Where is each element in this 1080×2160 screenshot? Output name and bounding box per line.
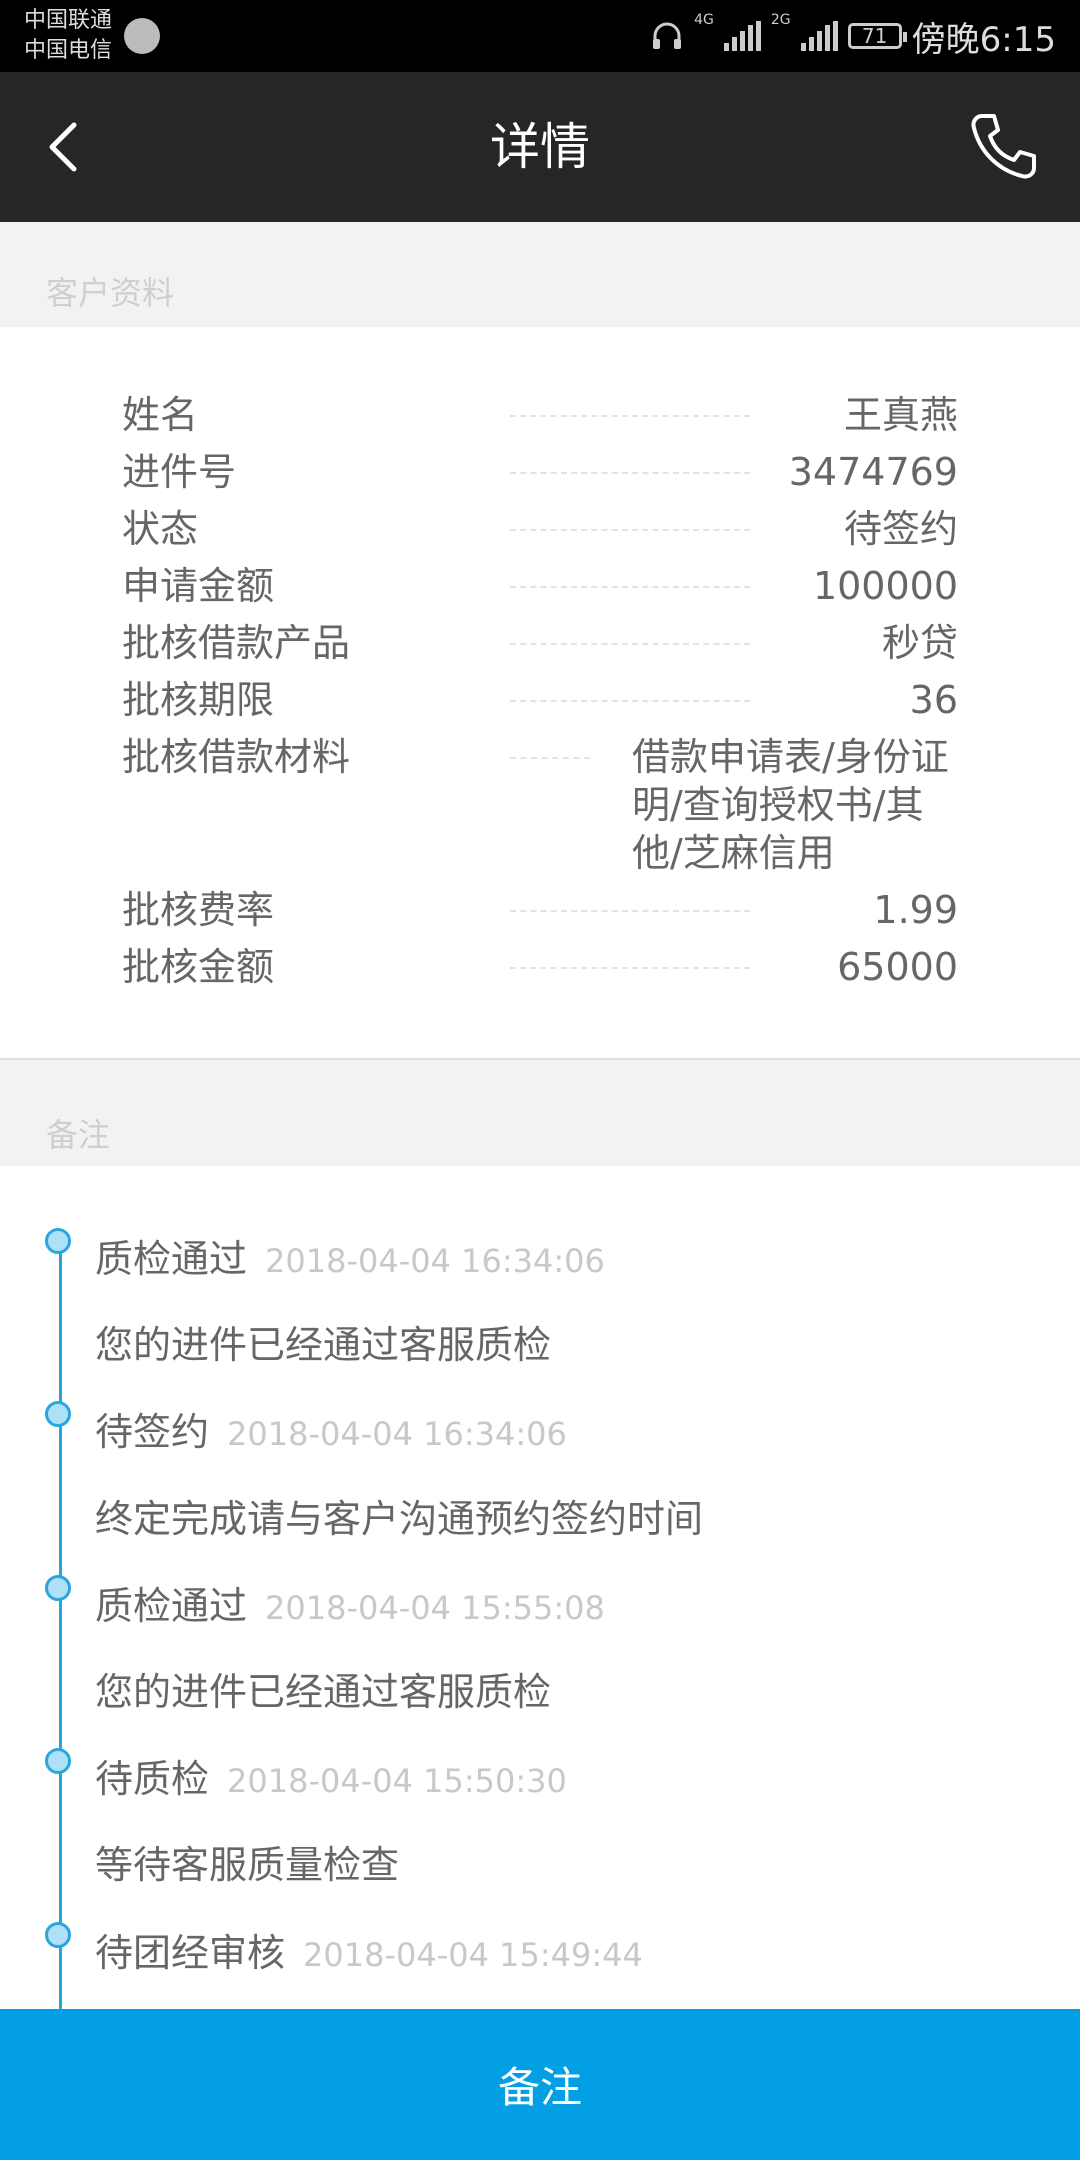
carrier-names: 中国联通 中国电信: [24, 6, 134, 66]
carrier-2: 中国电信: [24, 38, 113, 63]
dotted-separator: [510, 700, 750, 702]
timeline-description: 您的进件已经通过客服质检: [95, 1323, 552, 1367]
info-row-approved-rate: 批核费率 1.99: [0, 882, 1080, 939]
timeline-time: 2018-04-04 15:49:44: [303, 1936, 643, 1974]
timeline-time: 2018-04-04 16:34:06: [265, 1242, 605, 1280]
timeline-title: 待团经审核 2018-04-04 15:49:44: [95, 1922, 643, 1977]
dotted-separator: [510, 910, 750, 912]
status-indicators: 4G 2G 71 傍晚6:15: [650, 0, 1056, 72]
info-value: 100000: [812, 564, 958, 608]
dotted-separator: [510, 586, 750, 588]
timeline-time: 2018-04-04 15:50:30: [227, 1762, 567, 1800]
timeline-status: 待签约: [95, 1410, 210, 1454]
info-label: 姓名: [122, 393, 199, 437]
dotted-separator: [510, 967, 750, 969]
customer-section-label: 客户资料: [46, 274, 175, 312]
info-value: 1.99: [873, 888, 958, 932]
timeline-dot-icon: [45, 1401, 71, 1427]
status-bar: 中国联通 中国电信 4G 2G 71 傍晚6:15: [0, 0, 1080, 72]
timeline-status: 待团经审核: [95, 1931, 286, 1975]
remark-timeline[interactable]: 质检通过 2018-04-04 16:34:06 您的进件已经通过客服质检 待签约…: [0, 1166, 1080, 2009]
dotted-separator: [510, 757, 590, 759]
headset-icon: [653, 22, 682, 49]
timeline-status: 质检通过: [95, 1237, 248, 1281]
info-value: 王真燕: [843, 393, 958, 437]
timeline-status: 质检通过: [95, 1584, 248, 1628]
info-value: 秒贷: [881, 621, 958, 665]
timeline-time: 2018-04-04 16:34:06: [227, 1415, 567, 1453]
info-row-applied-amount: 申请金额 100000: [0, 558, 1080, 615]
timeline-status: 待质检: [95, 1757, 210, 1801]
carrier-logo-icon: [124, 18, 160, 54]
timeline-dot-icon: [45, 1575, 71, 1601]
call-button[interactable]: [966, 110, 1040, 184]
timeline-description: 等待客服质量检查: [95, 1843, 400, 1887]
status-time: 傍晚6:15: [911, 19, 1056, 60]
remark-section-header: 备注: [0, 1058, 1080, 1168]
info-label: 进件号: [122, 450, 237, 494]
info-label: 批核费率: [122, 888, 275, 932]
page-title: 详情: [490, 118, 590, 176]
dotted-separator: [510, 415, 750, 417]
customer-info-card: 姓名 王真燕 进件号 3474769 状态 待签约 申请金额 100000 批核…: [0, 327, 1080, 1059]
signal-strength-2-icon: [800, 21, 838, 51]
dotted-separator: [510, 529, 750, 531]
timeline-time: 2018-04-04 15:55:08: [265, 1589, 605, 1627]
timeline-title: 质检通过 2018-04-04 16:34:06: [95, 1228, 605, 1283]
timeline-description: 您的进件已经通过客服质检: [95, 1670, 552, 1714]
info-row-approved-term: 批核期限 36: [0, 672, 1080, 729]
info-label: 状态: [122, 507, 199, 551]
info-value: 待签约: [843, 507, 958, 551]
info-row-status: 状态 待签约: [0, 501, 1080, 558]
carrier-1: 中国联通: [24, 8, 113, 33]
info-row-application-number: 进件号 3474769: [0, 444, 1080, 501]
network-type-1: 4G: [694, 12, 714, 28]
info-value: 65000: [837, 945, 958, 989]
signal-strength-1-icon: [723, 21, 761, 51]
info-label: 批核借款材料: [122, 735, 351, 779]
timeline-dot-icon: [45, 1748, 71, 1774]
customer-section-header: 客户资料: [0, 222, 1080, 327]
phone-icon: [971, 114, 1036, 179]
timeline-dot-icon: [45, 1228, 71, 1254]
info-row-approved-product: 批核借款产品 秒贷: [0, 615, 1080, 672]
info-label: 批核借款产品: [122, 621, 351, 665]
battery-level: 71: [861, 24, 888, 48]
battery-icon: 71: [847, 23, 907, 49]
timeline-line: [59, 1241, 62, 2009]
info-value: 36: [909, 678, 958, 722]
timeline-dot-icon: [45, 1922, 71, 1948]
network-type-2: 2G: [770, 12, 791, 28]
dotted-separator: [510, 643, 750, 645]
info-value: 借款申请表/身份证明/查询授权书/其他/芝麻信用: [632, 735, 949, 875]
info-label: 批核期限: [122, 678, 275, 722]
info-value: 3474769: [788, 450, 958, 494]
info-row-approved-materials: 批核借款材料 借款申请表/身份证明/查询授权书/其他/芝麻信用: [0, 729, 1080, 879]
top-navigation-bar: 详情: [0, 72, 1080, 222]
timeline-description: 终定完成请与客户沟通预约签约时间: [95, 1497, 704, 1541]
timeline-title: 待签约 2018-04-04 16:34:06: [95, 1401, 567, 1456]
dotted-separator: [510, 472, 750, 474]
info-label: 申请金额: [122, 564, 275, 608]
info-row-approved-amount: 批核金额 65000: [0, 939, 1080, 996]
info-label: 批核金额: [122, 945, 275, 989]
remark-section-label: 备注: [46, 1116, 111, 1154]
info-row-name: 姓名 王真燕: [0, 387, 1080, 444]
timeline-title: 质检通过 2018-04-04 15:55:08: [95, 1575, 605, 1630]
timeline-title: 待质检 2018-04-04 15:50:30: [95, 1748, 567, 1803]
add-remark-button[interactable]: 备注: [0, 2009, 1080, 2160]
